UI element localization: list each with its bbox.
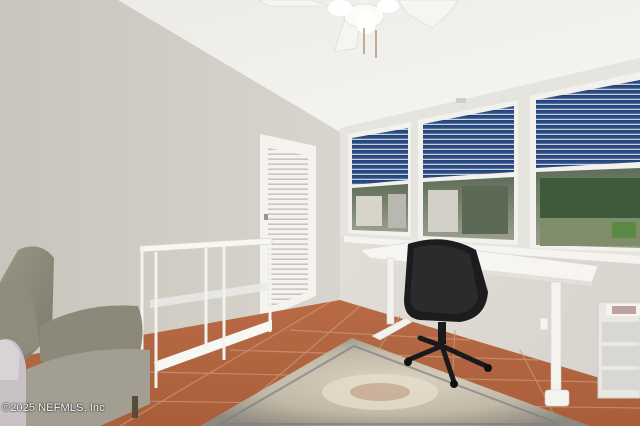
window-right bbox=[530, 72, 640, 252]
wall-outlet bbox=[539, 317, 549, 331]
room-photo: ©2025 NEFMLS, Inc bbox=[0, 0, 640, 426]
window-left bbox=[348, 122, 411, 237]
room-illustration bbox=[0, 0, 640, 426]
ceiling-vent bbox=[456, 98, 466, 103]
watermark: ©2025 NEFMLS, Inc bbox=[2, 402, 105, 414]
door[interactable] bbox=[260, 134, 316, 320]
drawer-cart bbox=[597, 301, 640, 399]
door-handle[interactable] bbox=[264, 214, 268, 220]
window-middle bbox=[418, 100, 518, 245]
